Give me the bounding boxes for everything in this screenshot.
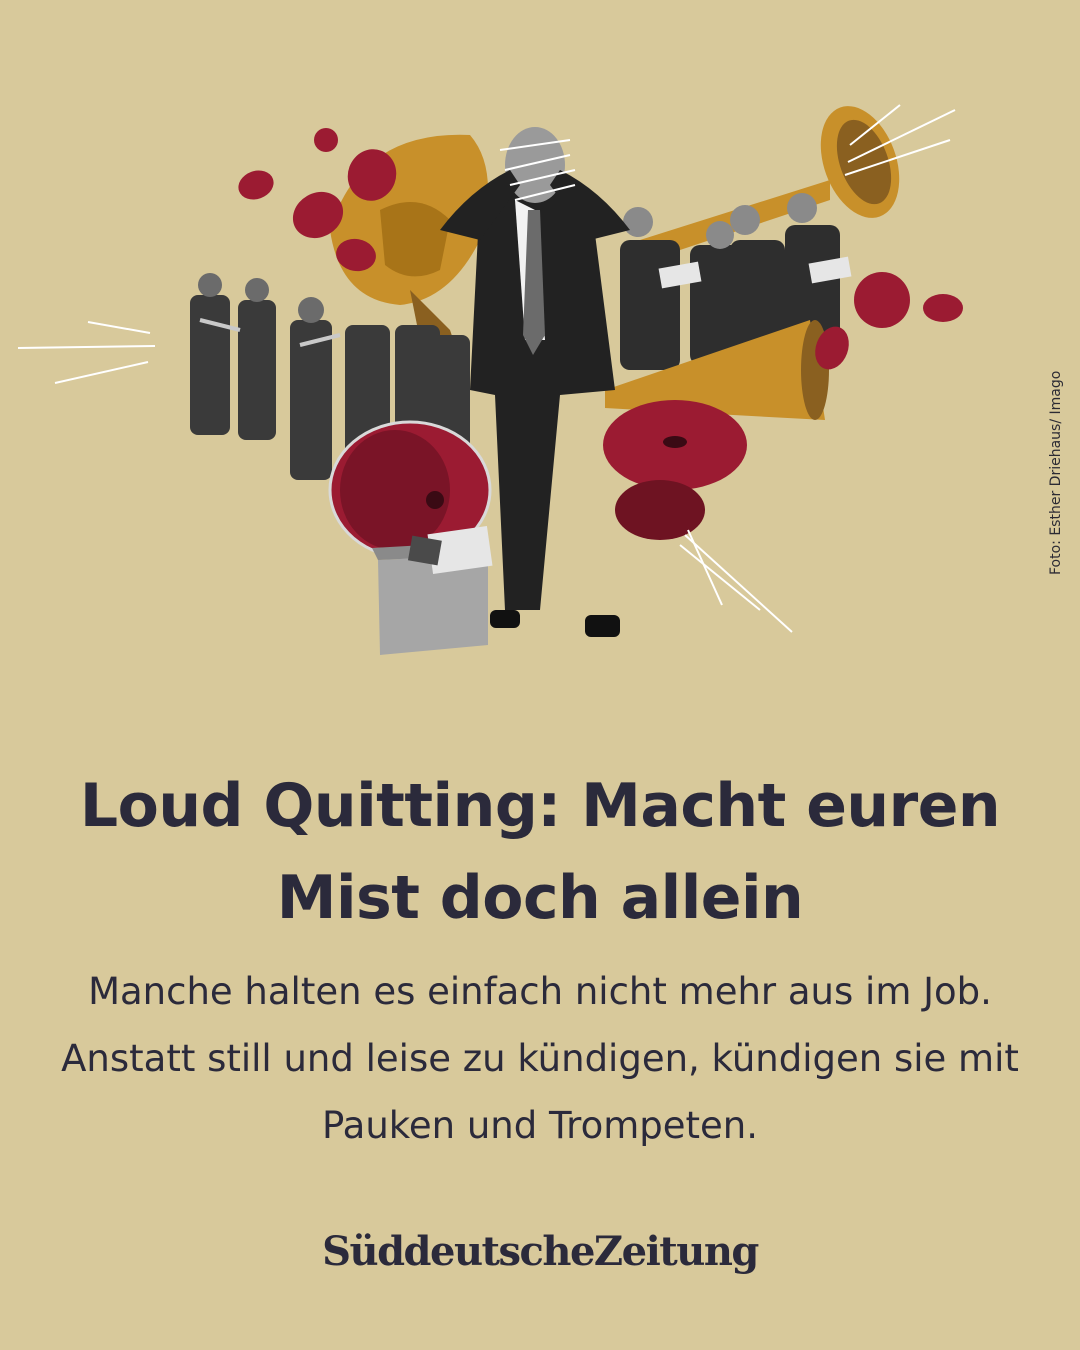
publisher-logo: SüddeutscheZeitung: [322, 1228, 759, 1275]
collage-illustration: [17, 104, 963, 655]
cymbal: [603, 400, 747, 540]
post-card: Foto: Esther Driehaus/ Imago Loud Quitti…: [0, 0, 1080, 1350]
photo-credit: Foto: Esther Driehaus/ Imago: [1048, 370, 1064, 575]
sound-lines-left: [17, 321, 156, 384]
teaser-text: Manche halten es einfach nicht mehr aus …: [61, 970, 1019, 1147]
trumpet: [640, 106, 900, 260]
headline: Loud Quitting: Macht euren Mist doch all…: [79, 771, 1001, 933]
